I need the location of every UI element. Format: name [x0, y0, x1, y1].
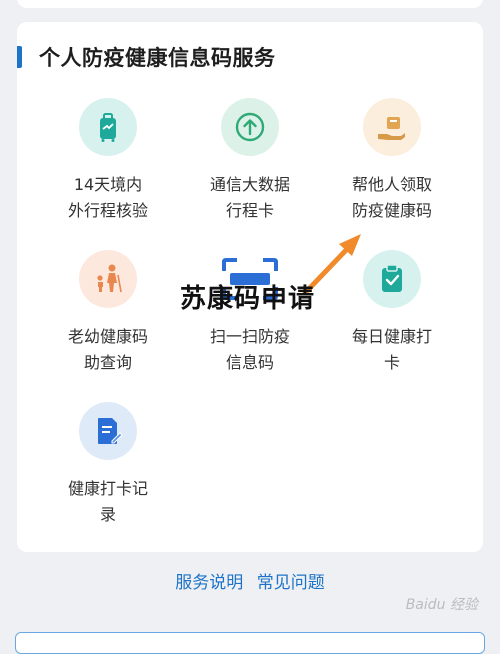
bottom-field[interactable] — [15, 632, 485, 654]
overlay-caption: 苏康码申请 — [180, 284, 316, 314]
annotation-arrow — [302, 234, 361, 296]
footer-links: 服务说明 常见问题 — [0, 568, 500, 593]
service-description-link[interactable]: 服务说明 — [175, 573, 243, 593]
faq-link[interactable]: 常见问题 — [257, 573, 325, 593]
watermark: Baidu 经验 — [405, 597, 478, 613]
